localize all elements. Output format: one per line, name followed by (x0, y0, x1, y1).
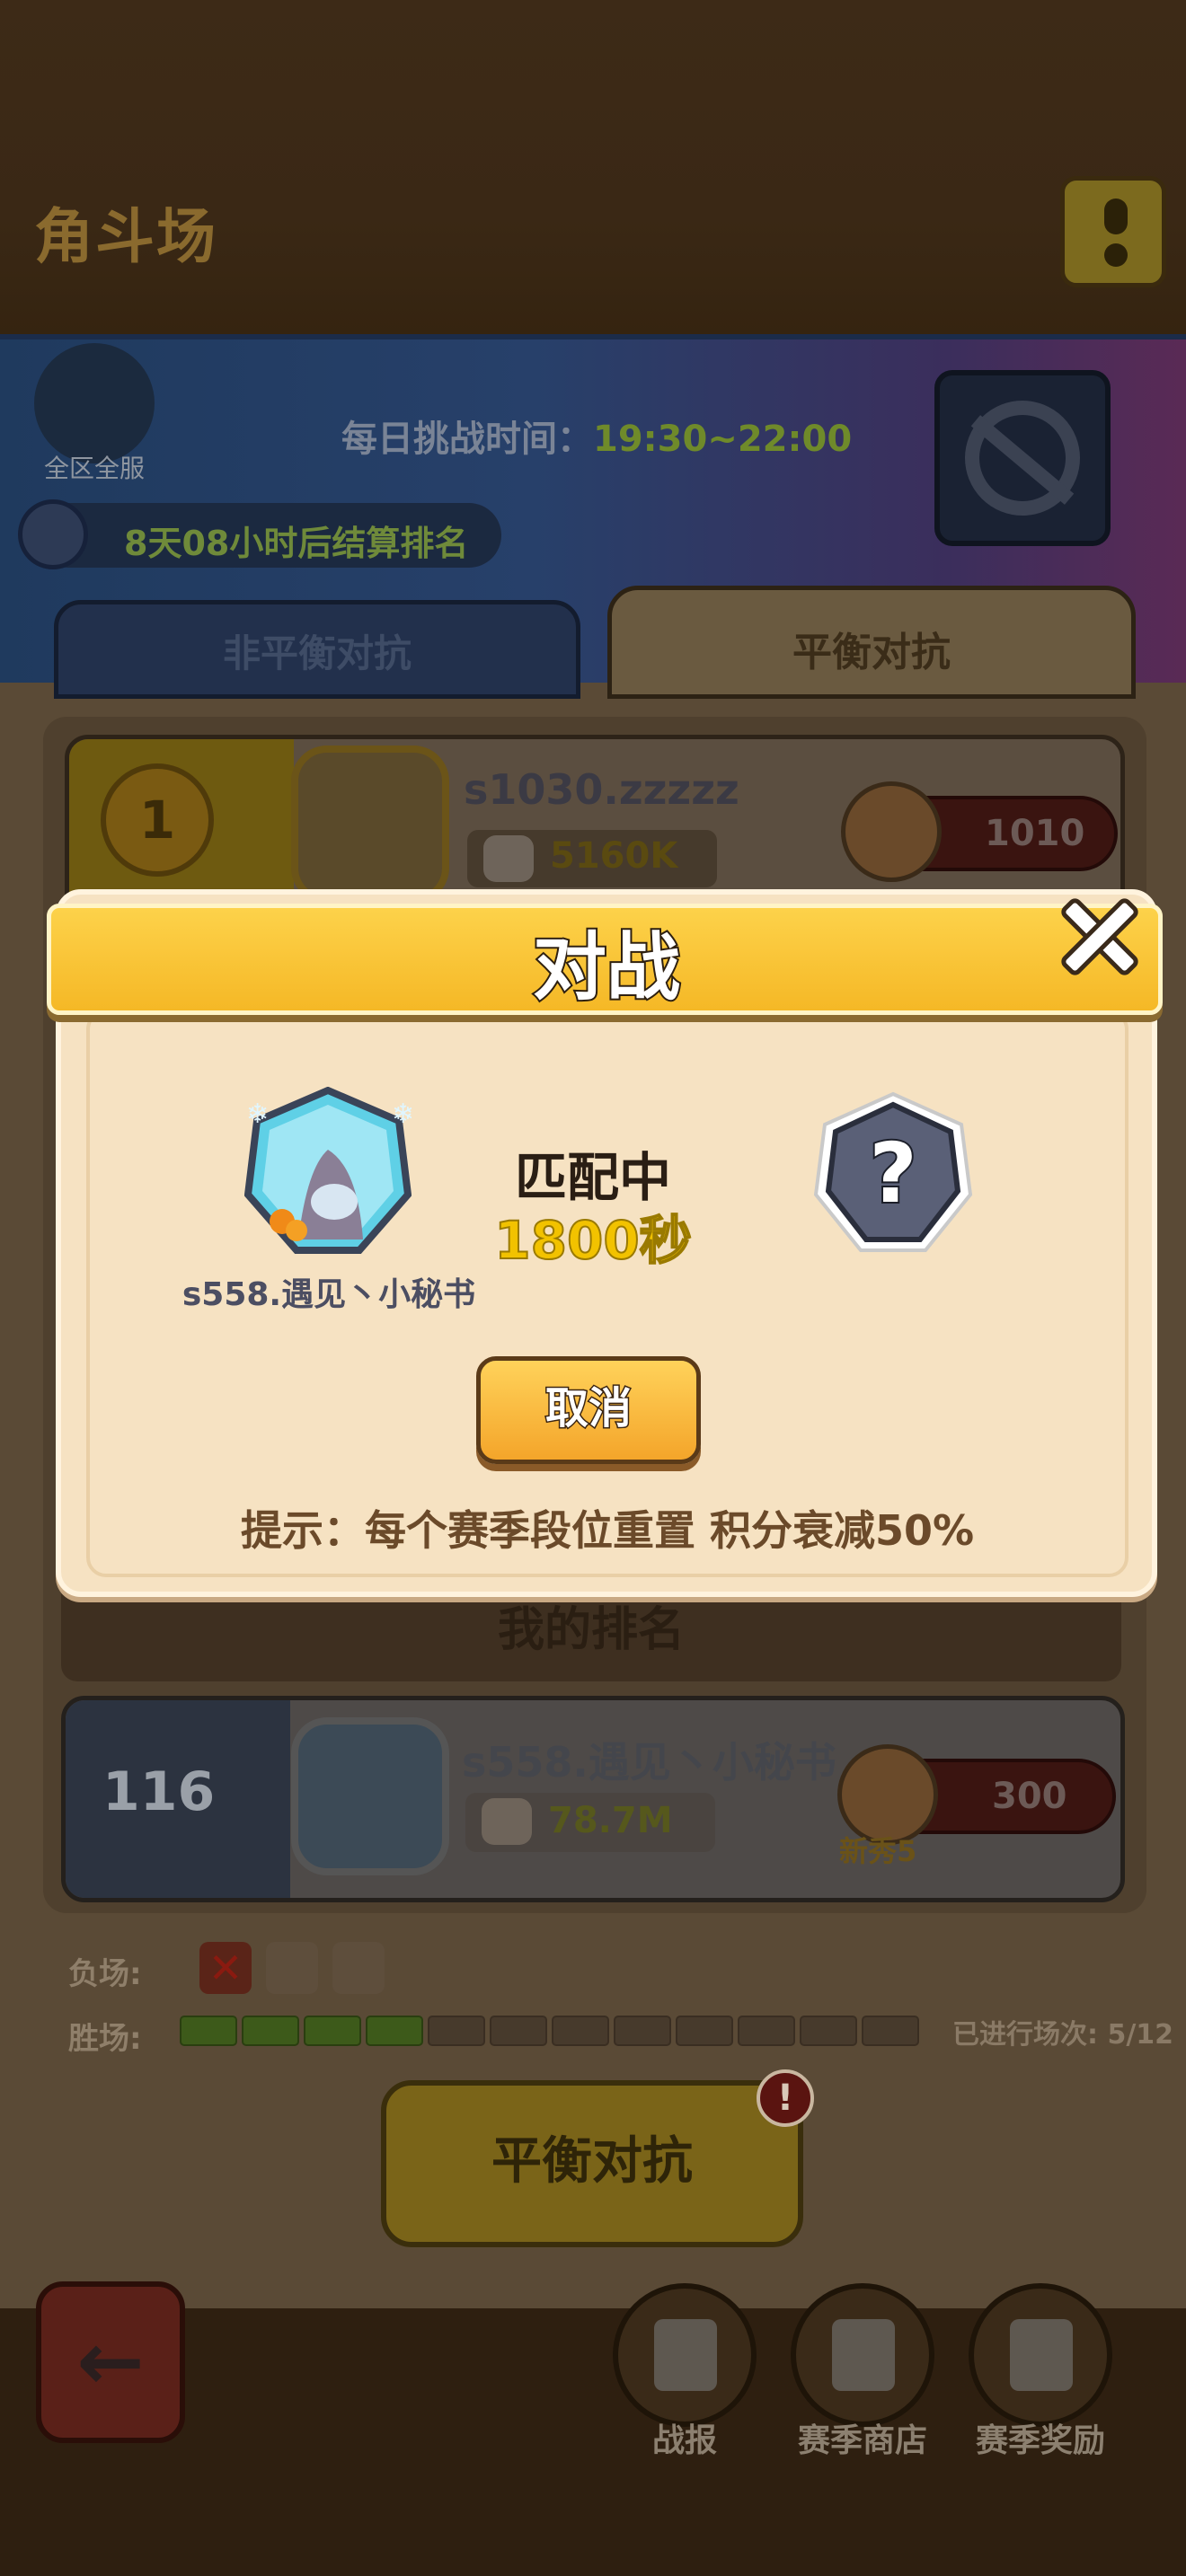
unknown-opponent-icon: ? (813, 1091, 973, 1252)
tab-balanced[interactable]: 平衡对抗 (607, 586, 1136, 699)
player-name: s558.遇见丶小秘书 (462, 1738, 836, 1786)
modal-title: 对战 (531, 923, 682, 1012)
win-segment-empty (614, 2016, 671, 2046)
countdown-text: 8天08小时后结算排名 (124, 524, 469, 563)
avatar (291, 1717, 449, 1875)
win-progress (180, 2016, 924, 2050)
page-title: 角斗场 (34, 202, 217, 271)
win-segment-empty (552, 2016, 609, 2046)
battle-report-button[interactable] (613, 2283, 757, 2427)
top-bar (0, 0, 1186, 359)
arrow-left-icon: ← (76, 2315, 145, 2409)
player-avatar: ❄ ❄ (244, 1087, 412, 1254)
shop-icon (832, 2319, 895, 2391)
fist-icon (483, 835, 534, 882)
win-segment-empty (676, 2016, 733, 2046)
win-segment-filled (180, 2016, 237, 2046)
win-segment-empty (738, 2016, 795, 2046)
my-rank-number: 116 (102, 1760, 216, 1823)
alert-icon: ! (757, 2069, 814, 2127)
matches-played: 已进行场次: 5/12 (952, 2019, 1174, 2051)
cancel-button[interactable]: 取消 (476, 1356, 701, 1464)
back-button[interactable]: ← (36, 2281, 185, 2443)
tab-unbalanced[interactable]: 非平衡对抗 (54, 600, 580, 699)
power-badge: 78.7M (465, 1793, 715, 1852)
avatar (291, 745, 449, 904)
nav-label: 赛季奖励 (975, 2422, 1105, 2459)
power-badge: 5160K (467, 830, 717, 887)
season-tip: 提示：每个赛季段位重置 积分衰减50% (240, 1506, 975, 1555)
loss-slot (266, 1942, 318, 1994)
win-segment-empty (490, 2016, 547, 2046)
daily-challenge-time: 每日挑战时间：19:30~22:00 (341, 419, 853, 460)
win-segment-empty (428, 2016, 485, 2046)
rank-title: 新秀5 (839, 1834, 917, 1868)
blocked-button[interactable] (934, 370, 1111, 546)
nav-label: 战报 (651, 2422, 717, 2459)
svg-text:❄: ❄ (392, 1098, 412, 1130)
player-name: s1030.zzzzz (464, 765, 739, 814)
rank-title-icon (841, 781, 942, 882)
server-globe-icon[interactable] (34, 343, 155, 463)
win-segment-filled (242, 2016, 299, 2046)
report-icon (654, 2319, 717, 2391)
balanced-battle-button[interactable]: 平衡对抗 (381, 2080, 803, 2247)
loss-slot (332, 1942, 385, 1994)
nav-label: 赛季商店 (797, 2422, 927, 2459)
win-segment-filled (304, 2016, 361, 2046)
close-button[interactable] (1048, 884, 1152, 988)
loss-mark-icon: ✕ (199, 1942, 252, 1994)
loss-label: 负场: (68, 1956, 142, 1992)
server-label: 全区全服 (43, 454, 145, 483)
help-button[interactable] (1060, 176, 1166, 287)
svg-text:?: ? (869, 1125, 916, 1222)
fist-icon (482, 1798, 532, 1845)
gold-medal-icon: 1 (101, 763, 214, 877)
clock-icon (18, 499, 88, 569)
season-shop-button[interactable] (791, 2283, 934, 2427)
player-name: s558.遇见丶小秘书 (181, 1276, 476, 1313)
svg-text:❄: ❄ (246, 1098, 269, 1130)
win-segment-filled (366, 2016, 423, 2046)
gift-icon (1010, 2319, 1073, 2391)
season-reward-button[interactable] (969, 2283, 1112, 2427)
wait-seconds: 1800秒 (493, 1209, 692, 1272)
win-segment-empty (800, 2016, 857, 2046)
win-label: 胜场: (68, 2021, 142, 2057)
win-segment-empty (862, 2016, 919, 2046)
